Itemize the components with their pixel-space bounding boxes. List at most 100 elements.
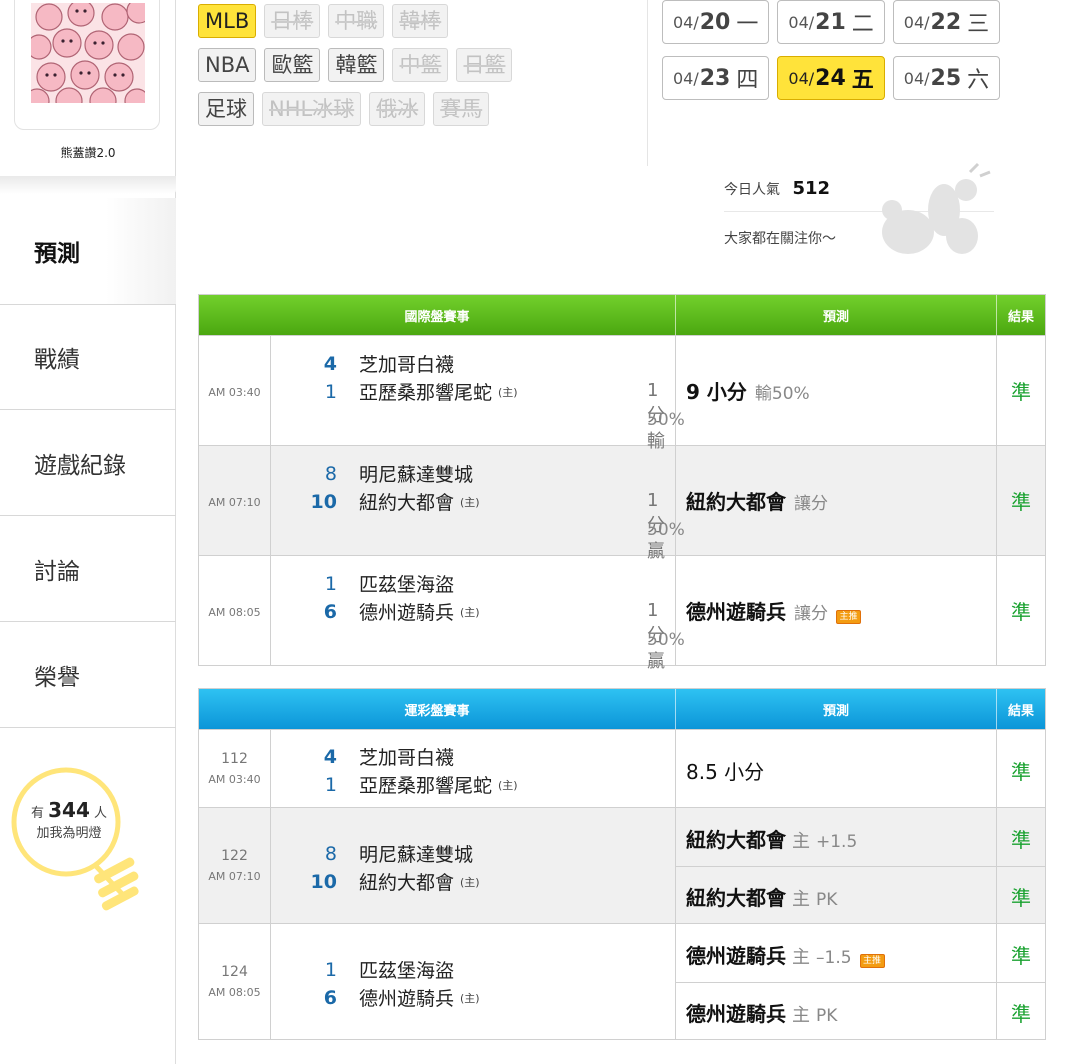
game-cell: 8 明尼蘇達雙城 10 紐約大都會 (主) [271, 808, 676, 923]
avatar[interactable] [14, 0, 160, 130]
featured-badge: 主推 [836, 610, 861, 624]
divider [676, 982, 996, 983]
sidebar-item-record[interactable]: 戰績 [0, 304, 176, 410]
home-mark: (主) [460, 875, 480, 889]
result-mark: 準 [1011, 944, 1031, 968]
team-name[interactable]: 芝加哥白襪 [359, 743, 454, 770]
sport-tab[interactable]: 日籃 [456, 48, 513, 82]
sports-lottery-table: 運彩盤賽事 預測 結果 112 AM 03:40 4 芝加哥白襪 1 亞歷桑那響尾蛇 (主)… [198, 688, 1046, 1040]
sidebar-item-game-log[interactable]: 遊戲紀錄 [0, 410, 176, 516]
result-cell: 準 [997, 336, 1045, 445]
prediction-cell: 紐約大都會 讓分 [676, 446, 997, 555]
handicap-line: PK [816, 890, 838, 910]
team-name[interactable]: 亞歷桑那響尾蛇 [359, 771, 492, 798]
result-cell: 準準 [997, 808, 1045, 923]
away-team: 1 匹茲堡海盜 [271, 956, 454, 983]
team-name[interactable]: 明尼蘇達雙城 [359, 840, 473, 867]
home-mark: (主) [460, 991, 480, 1005]
sport-tab[interactable]: 日棒 [264, 4, 321, 38]
sport-tab[interactable]: 俄冰 [369, 92, 426, 126]
team-name[interactable]: 明尼蘇達雙城 [359, 460, 473, 487]
prediction-pick: 紐約大都會 [686, 886, 786, 910]
team-name[interactable]: 亞歷桑那響尾蛇 [359, 378, 492, 405]
date-button[interactable]: 04/20 一 [662, 0, 770, 44]
prediction-pick: 8.5 小分 [686, 760, 765, 784]
date-weekday: 三 [967, 12, 990, 37]
date-button[interactable]: 04/23 四 [662, 56, 770, 100]
game-time-cell: AM 08:05 [199, 556, 271, 665]
sidebar-item-prediction[interactable]: 預測 [0, 198, 176, 304]
fans-label: 加我為明燈 [36, 826, 102, 841]
sidebar-item-discussion[interactable]: 討論 [0, 516, 176, 622]
date-weekday: 五 [851, 68, 874, 93]
lightbulb-icon[interactable] [8, 766, 158, 916]
team-name[interactable]: 匹茲堡海盜 [359, 956, 454, 983]
date-weekday: 六 [967, 68, 990, 93]
sport-filter-row: 足球 NHL冰球 俄冰 賽馬 [198, 92, 598, 126]
date-day: 24 [815, 65, 846, 91]
date-month: 04/ [903, 12, 930, 32]
sport-tab[interactable]: 中職 [328, 4, 385, 38]
prediction-pick: 德州遊騎兵 [686, 1002, 786, 1026]
prediction-pick: 9 小分 [686, 380, 747, 404]
home-mark: (主) [460, 495, 480, 509]
sport-tab[interactable]: 韓籃 [328, 48, 385, 82]
game-time: AM 08:05 [208, 986, 261, 999]
sport-tab[interactable]: NHL冰球 [262, 92, 362, 126]
result-mark: 準 [1011, 760, 1031, 784]
prediction-pick: 德州遊騎兵 [686, 944, 786, 968]
team-name[interactable]: 紐約大都會 [359, 488, 454, 515]
fans-prefix: 有 [30, 806, 44, 821]
date-month: 04/ [673, 12, 699, 32]
date-day: 25 [930, 65, 962, 91]
home-team: 1 亞歷桑那響尾蛇 (主) [271, 771, 518, 798]
prediction-type: 輸50% [754, 384, 810, 404]
prediction-type: 讓分 [794, 604, 828, 624]
sport-tab[interactable]: 中籃 [392, 48, 449, 82]
fans-counter[interactable]: 有 344 人 加我為明燈 [14, 798, 124, 841]
featured-badge: 主推 [859, 954, 885, 968]
sport-tab[interactable]: NBA [198, 48, 257, 82]
sport-tab[interactable]: 賽馬 [433, 92, 490, 126]
home-team: 6 德州遊騎兵 (主) [271, 984, 480, 1011]
date-row: 04/23 四 04/24 五 04/25 六 [662, 56, 1052, 100]
result-cell: 準 [997, 730, 1045, 807]
prediction-cell: 9 小分 輸50% [676, 336, 997, 445]
sport-filter: MLB 日棒 中職 韓棒 NBA 歐籃 韓籃 中籃 日籃 足球 NHL冰球 俄冰 賽馬 [198, 4, 598, 136]
prediction: 德州遊騎兵主 –1.5 主推 [686, 940, 885, 969]
date-day: 21 [815, 9, 846, 35]
popularity: 今日人氣 512 [724, 178, 830, 199]
date-month: 04/ [903, 68, 930, 88]
date-button[interactable]: 04/22 三 [892, 0, 1001, 44]
divider [997, 866, 1045, 867]
game-cell: 1 匹茲堡海盜 6 德州遊騎兵 (主) [271, 924, 676, 1039]
game-time-cell: 122 AM 07:10 [199, 808, 271, 923]
prediction-cell: 德州遊騎兵主 –1.5 主推 德州遊騎兵主 PK [676, 924, 997, 1039]
date-button[interactable]: 04/24 五 [777, 56, 885, 100]
divider [647, 0, 648, 166]
table-row: AM 08:05 1 匹茲堡海盜 6 德州遊騎兵 (主) 1分贏 50% 德州遊騎兵 讓分 主推準 [199, 555, 1045, 672]
date-day: 20 [699, 9, 731, 35]
sport-tab[interactable]: 足球 [198, 92, 254, 126]
sport-tab[interactable]: 韓棒 [392, 4, 449, 38]
username[interactable]: 熊蓋讚2.0 [0, 144, 176, 161]
result-cell: 準 [997, 556, 1045, 665]
team-score: 1 [324, 572, 337, 595]
date-button[interactable]: 04/21 二 [777, 0, 885, 44]
sport-tab[interactable]: MLB [198, 4, 257, 38]
table-row: AM 03:40 4 芝加哥白襪 1 亞歷桑那響尾蛇 (主) 1分輸 50% 9 小分 輸50% 準 [199, 335, 1045, 452]
team-name[interactable]: 德州遊騎兵 [359, 598, 454, 625]
date-weekday: 四 [736, 68, 759, 93]
team-name[interactable]: 紐約大都會 [359, 868, 454, 895]
sidebar-item-honor[interactable]: 榮譽 [0, 622, 176, 728]
sport-tab[interactable]: 歐籃 [264, 48, 321, 82]
team-name[interactable]: 德州遊騎兵 [359, 984, 454, 1011]
team-name[interactable]: 匹茲堡海盜 [359, 570, 454, 597]
date-month: 04/ [788, 68, 815, 88]
column-header-prediction: 預測 [676, 295, 997, 335]
home-team: 10 紐約大都會 (主) [271, 488, 480, 515]
date-button[interactable]: 04/25 六 [892, 56, 1001, 100]
game-time: AM 03:40 [208, 386, 261, 399]
column-header-event: 運彩盤賽事 [199, 689, 676, 729]
team-name[interactable]: 芝加哥白襪 [359, 350, 454, 377]
